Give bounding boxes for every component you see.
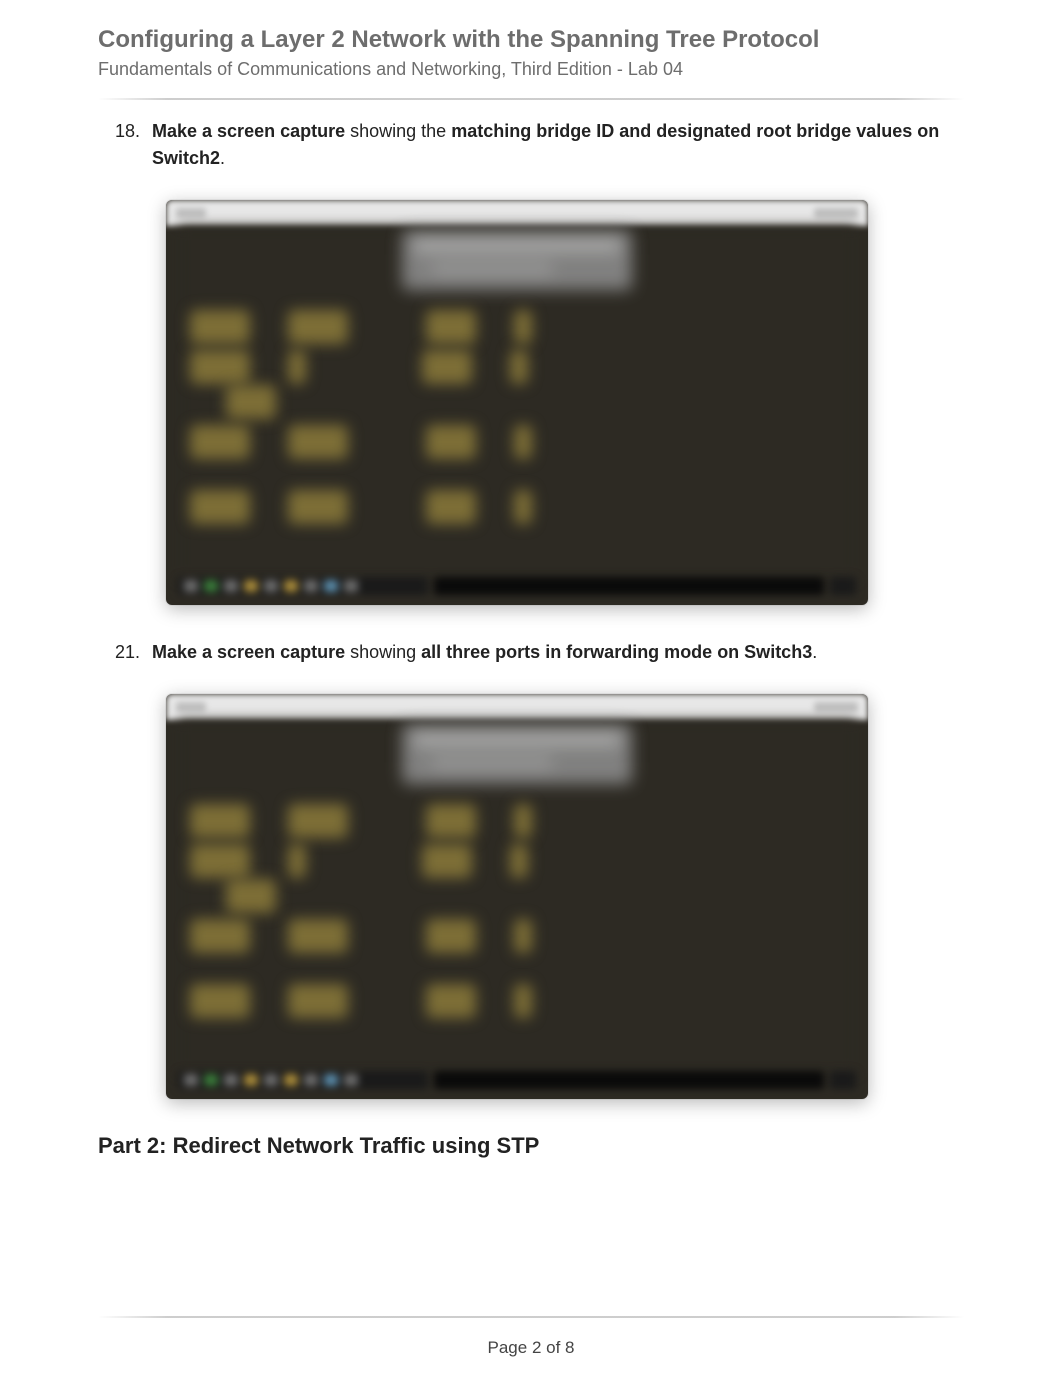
document-page: Configuring a Layer 2 Network with the S… <box>0 0 1062 1376</box>
footer-divider <box>98 1316 964 1318</box>
page-title: Configuring a Layer 2 Network with the S… <box>98 24 964 55</box>
item-mid-text: showing <box>345 642 421 662</box>
item-bold-lead: Make a screen capture <box>152 642 345 662</box>
window-titlebar <box>166 200 868 226</box>
instruction-item-21: 21. Make a screen capture showing all th… <box>98 639 964 666</box>
item-bold-lead: Make a screen capture <box>152 121 345 141</box>
instruction-item-18: 18. Make a screen capture showing the ma… <box>98 118 964 172</box>
item-bold-tail: all three ports in forwarding mode on Sw… <box>421 642 812 662</box>
taskbar <box>178 575 856 597</box>
page-content: 18. Make a screen capture showing the ma… <box>0 118 1062 1159</box>
screenshot-figure-1 <box>166 200 868 605</box>
blurred-dialog <box>402 230 632 290</box>
item-period: . <box>812 642 817 662</box>
item-number: 21. <box>98 639 152 666</box>
header-divider <box>98 98 964 100</box>
screenshot-figure-2 <box>166 694 868 1099</box>
item-body: Make a screen capture showing the matchi… <box>152 118 964 172</box>
section-heading-part2: Part 2: Redirect Network Traffic using S… <box>98 1133 964 1159</box>
page-subtitle: Fundamentals of Communications and Netwo… <box>98 59 964 80</box>
taskbar <box>178 1069 856 1091</box>
item-period: . <box>220 148 225 168</box>
item-body: Make a screen capture showing all three … <box>152 639 964 666</box>
page-number-label: Page 2 of 8 <box>488 1338 575 1357</box>
item-mid-text: showing the <box>345 121 451 141</box>
item-number: 18. <box>98 118 152 145</box>
window-titlebar <box>166 694 868 720</box>
blurred-dialog <box>402 724 632 784</box>
page-footer: Page 2 of 8 <box>0 1338 1062 1358</box>
page-header: Configuring a Layer 2 Network with the S… <box>0 24 1062 90</box>
